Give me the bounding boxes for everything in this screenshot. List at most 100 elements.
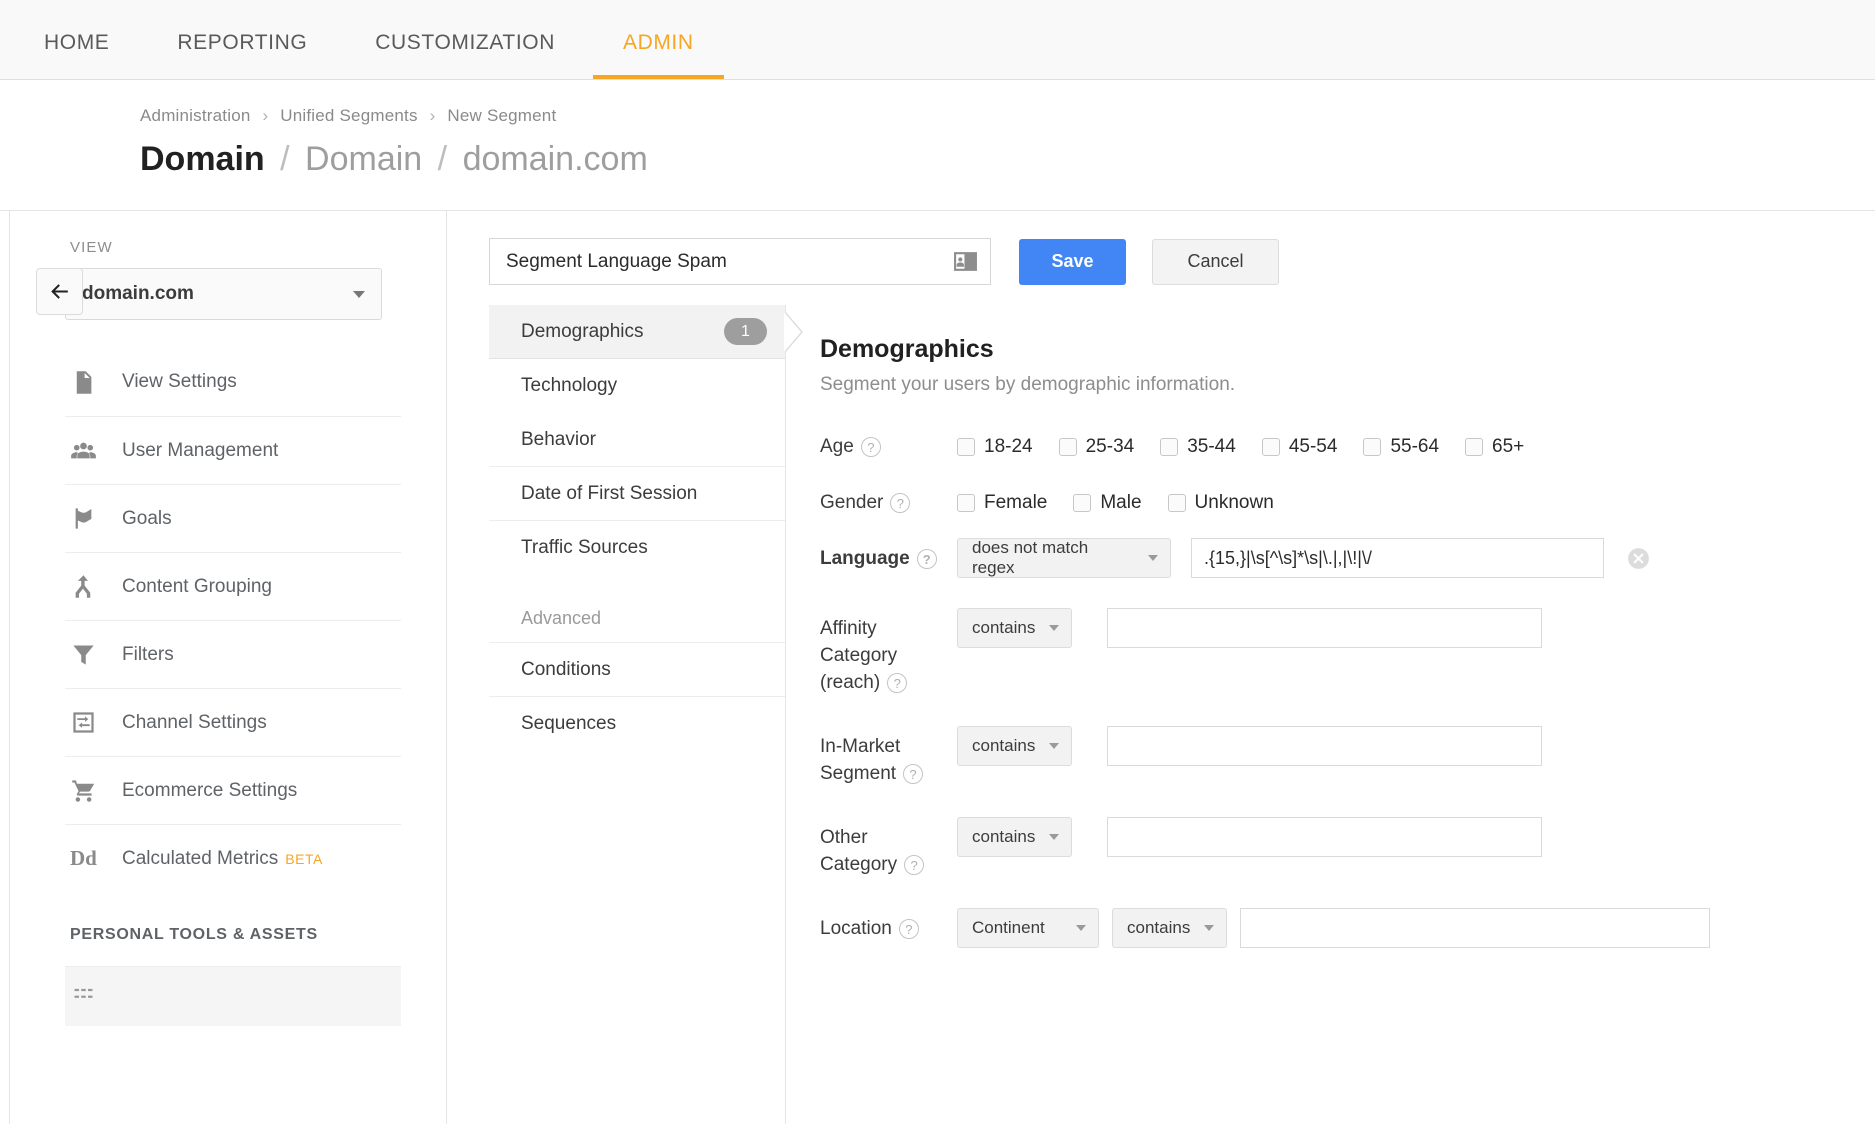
age-option-label: 45-54 <box>1289 436 1338 458</box>
sidebar-item-ecommerce-settings[interactable]: Ecommerce Settings <box>65 756 401 824</box>
checkbox[interactable] <box>957 438 975 456</box>
sidebar-item-channel-settings[interactable]: Channel Settings <box>65 688 401 756</box>
checkbox[interactable] <box>1168 494 1186 512</box>
location-value-input[interactable] <box>1240 908 1710 948</box>
in-market-operator-select[interactable]: contains <box>957 726 1072 766</box>
remove-filter-icon[interactable] <box>1626 538 1651 578</box>
help-icon[interactable]: ? <box>861 437 881 457</box>
age-option-55-64[interactable]: 55-64 <box>1363 436 1439 458</box>
checkbox[interactable] <box>957 494 975 512</box>
breadcrumb-unified-segments[interactable]: Unified Segments <box>280 106 417 125</box>
segment-name-field[interactable] <box>489 238 991 285</box>
age-label: Age <box>820 433 854 460</box>
gender-option-male[interactable]: Male <box>1073 492 1141 514</box>
help-icon[interactable]: ? <box>903 764 923 784</box>
beta-badge: BETA <box>285 851 323 867</box>
in-market-operator-value: contains <box>972 736 1035 756</box>
cancel-button[interactable]: Cancel <box>1152 239 1279 285</box>
age-option-65-plus[interactable]: 65+ <box>1465 436 1524 458</box>
age-option-18-24[interactable]: 18-24 <box>957 436 1033 458</box>
tab-conditions[interactable]: Conditions <box>489 643 785 697</box>
back-button[interactable] <box>36 268 83 315</box>
other-category-operator-select[interactable]: contains <box>957 817 1072 857</box>
funnel-icon <box>70 641 122 668</box>
chevron-down-icon <box>1049 834 1059 840</box>
tab-date-of-first-session[interactable]: Date of First Session <box>489 467 785 521</box>
gender-option-female[interactable]: Female <box>957 492 1047 514</box>
sidebar-item-goals[interactable]: Goals <box>65 484 401 552</box>
sidebar-item-label: View Settings <box>122 371 237 393</box>
affinity-label-line1: Affinity <box>820 615 877 642</box>
tab-label: Sequences <box>521 713 616 735</box>
checkbox[interactable] <box>1262 438 1280 456</box>
dd-icon: Dd <box>70 846 122 871</box>
view-selector[interactable]: domain.com <box>65 268 382 320</box>
language-value-input[interactable] <box>1191 538 1604 578</box>
help-icon[interactable]: ? <box>890 493 910 513</box>
checkbox[interactable] <box>1059 438 1077 456</box>
checkbox[interactable] <box>1465 438 1483 456</box>
topnav-item-admin[interactable]: ADMIN <box>593 32 724 79</box>
topnav-item-reporting[interactable]: REPORTING <box>147 32 337 79</box>
in-market-value-input[interactable] <box>1107 726 1542 766</box>
breadcrumb-new-segment[interactable]: New Segment <box>447 106 556 125</box>
in-market-label-line1: In-Market <box>820 733 900 760</box>
checkbox[interactable] <box>1160 438 1178 456</box>
sidebar-nav-list: View Settings User Management Goals Cont… <box>65 348 401 892</box>
topnav-item-home[interactable]: HOME <box>14 32 139 79</box>
help-icon[interactable]: ? <box>904 855 924 875</box>
builder-toolbar: Save Cancel <box>489 211 1875 285</box>
contact-card-icon[interactable] <box>953 251 978 272</box>
title-slash: / <box>438 140 447 178</box>
chevron-down-icon <box>1204 925 1214 931</box>
language-operator-select[interactable]: does not match regex <box>957 538 1171 578</box>
topnav-item-customization[interactable]: CUSTOMIZATION <box>345 32 585 79</box>
help-icon[interactable]: ? <box>887 673 907 693</box>
sidebar-item-filters[interactable]: Filters <box>65 620 401 688</box>
breadcrumb-administration[interactable]: Administration <box>140 106 251 125</box>
tab-label: Traffic Sources <box>521 537 648 559</box>
help-icon[interactable]: ? <box>899 919 919 939</box>
gender-option-label: Male <box>1100 492 1141 514</box>
panel-title: Demographics <box>820 335 1875 364</box>
other-category-value-input[interactable] <box>1107 817 1542 857</box>
age-option-45-54[interactable]: 45-54 <box>1262 436 1338 458</box>
gender-option-unknown[interactable]: Unknown <box>1168 492 1274 514</box>
tab-traffic-sources[interactable]: Traffic Sources <box>489 521 785 575</box>
other-category-label-group: Other Category ? <box>820 817 957 878</box>
age-option-label: 18-24 <box>984 436 1033 458</box>
age-label-group: Age ? <box>820 426 957 460</box>
affinity-operator-select[interactable]: contains <box>957 608 1072 648</box>
age-option-25-34[interactable]: 25-34 <box>1059 436 1135 458</box>
tab-technology[interactable]: Technology <box>489 359 785 413</box>
sidebar-item-view-settings[interactable]: View Settings <box>65 348 401 416</box>
tab-behavior[interactable]: Behavior <box>489 413 785 467</box>
gender-row: Gender ? Female Male <box>820 482 1875 516</box>
age-option-35-44[interactable]: 35-44 <box>1160 436 1236 458</box>
sidebar-item-content-grouping[interactable]: Content Grouping <box>65 552 401 620</box>
page-title-property: Domain <box>305 140 422 178</box>
affinity-value-input[interactable] <box>1107 608 1542 648</box>
sidebar-item-label: Goals <box>122 508 172 530</box>
location-operator-select[interactable]: contains <box>1112 908 1227 948</box>
sidebar-item-calculated-metrics[interactable]: Dd Calculated Metrics BETA <box>65 824 401 892</box>
tab-label: Date of First Session <box>521 483 697 505</box>
location-label-group: Location ? <box>820 908 957 948</box>
gender-label-group: Gender ? <box>820 482 957 516</box>
tab-demographics[interactable]: Demographics 1 <box>489 305 785 359</box>
in-market-label-line2: Segment <box>820 760 896 787</box>
tab-sequences[interactable]: Sequences <box>489 697 785 751</box>
segment-name-input[interactable] <box>506 251 936 273</box>
location-dimension-select[interactable]: Continent <box>957 908 1099 948</box>
sidebar-item-partial[interactable] <box>65 966 401 1026</box>
chevron-down-icon <box>353 291 365 298</box>
checkbox[interactable] <box>1073 494 1091 512</box>
checkbox[interactable] <box>1363 438 1381 456</box>
other-category-label-line2: Category <box>820 851 897 878</box>
chevron-down-icon <box>1148 555 1158 561</box>
in-market-segment-row: In-Market Segment ? contains <box>820 726 1875 787</box>
sidebar-item-user-management[interactable]: User Management <box>65 416 401 484</box>
segment-builder: Save Cancel Demographics 1 Technology Be… <box>447 211 1875 1124</box>
save-button[interactable]: Save <box>1019 239 1126 285</box>
help-icon[interactable]: ? <box>917 549 937 569</box>
